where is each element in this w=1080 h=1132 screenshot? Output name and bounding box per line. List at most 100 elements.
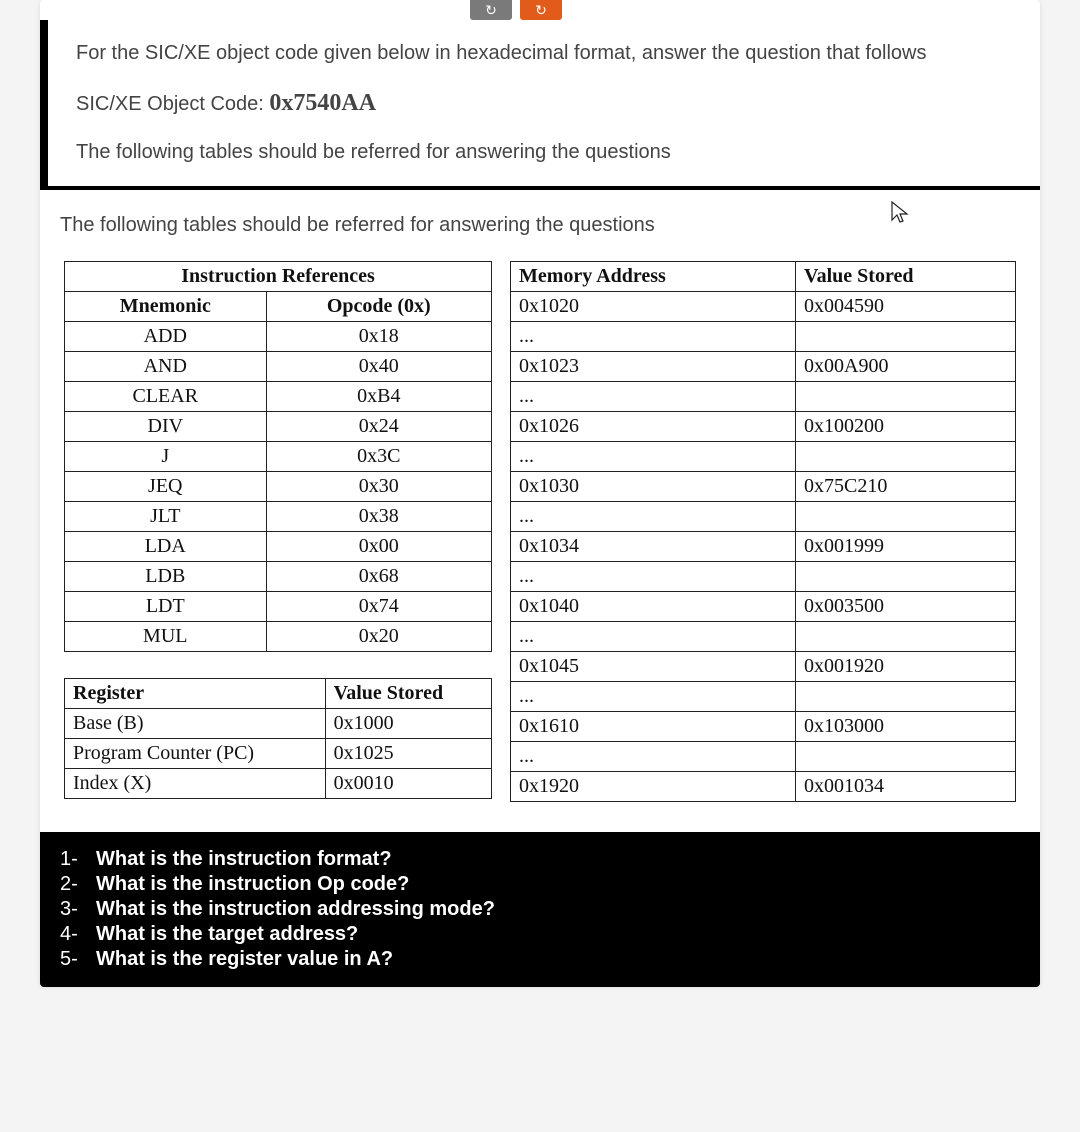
question-row: 1-What is the instruction format? (60, 848, 1020, 871)
mnemonic-cell: AND (65, 352, 267, 382)
table-row: 0x10340x001999 (511, 532, 1016, 562)
address-cell: ... (511, 382, 796, 412)
opcode-cell: 0x20 (266, 622, 491, 652)
table-row: DIV0x24 (65, 412, 492, 442)
instr-col-opcode: Opcode (0x) (266, 292, 491, 322)
memory-table: Memory Address Value Stored 0x10200x0045… (510, 261, 1016, 802)
opcode-cell: 0x00 (266, 532, 491, 562)
address-cell: ... (511, 682, 796, 712)
question-number: 5- (60, 948, 96, 971)
table-row: ... (511, 442, 1016, 472)
question-row: 4-What is the target address? (60, 923, 1020, 946)
question-row: 3-What is the instruction addressing mod… (60, 898, 1020, 921)
main-frame: ↻ ↻ For the SIC/XE object code given bel… (40, 0, 1040, 987)
mem-col-address: Memory Address (511, 262, 796, 292)
intro-text: For the SIC/XE object code given below i… (76, 38, 1012, 68)
mnemonic-cell: MUL (65, 622, 267, 652)
table-row: ADD0x18 (65, 322, 492, 352)
opcode-cell: 0x18 (266, 322, 491, 352)
table-row: MUL0x20 (65, 622, 492, 652)
table-row: ... (511, 502, 1016, 532)
reg-col-register: Register (65, 679, 326, 709)
address-cell: ... (511, 442, 796, 472)
question-text: What is the instruction addressing mode? (96, 898, 495, 921)
address-cell: ... (511, 322, 796, 352)
tab-refresh-grey[interactable]: ↻ (470, 0, 512, 20)
register-table: Register Value Stored Base (B)0x1000Prog… (64, 678, 492, 799)
table-row: 0x10400x003500 (511, 592, 1016, 622)
instr-title: Instruction References (65, 262, 492, 292)
top-tabs: ↻ ↻ (470, 0, 570, 20)
regvalue-cell: 0x0010 (325, 769, 491, 799)
memvalue-cell: 0x100200 (796, 412, 1016, 442)
table-row: ... (511, 382, 1016, 412)
table-row: JLT0x38 (65, 502, 492, 532)
table-row: LDB0x68 (65, 562, 492, 592)
address-cell: 0x1920 (511, 772, 796, 802)
memvalue-cell (796, 442, 1016, 472)
question-row: 2-What is the instruction Op code? (60, 873, 1020, 896)
reference-note-repeat: The following tables should be referred … (60, 214, 1024, 237)
table-row: ... (511, 742, 1016, 772)
table-row: 0x10450x001920 (511, 652, 1016, 682)
mnemonic-cell: LDA (65, 532, 267, 562)
memvalue-cell: 0x001034 (796, 772, 1016, 802)
register-cell: Program Counter (PC) (65, 739, 326, 769)
opcode-cell: 0x40 (266, 352, 491, 382)
memvalue-cell (796, 682, 1016, 712)
question-number: 3- (60, 898, 96, 921)
table-row: Base (B)0x1000 (65, 709, 492, 739)
question-number: 1- (60, 848, 96, 871)
question-number: 2- (60, 873, 96, 896)
address-cell: 0x1610 (511, 712, 796, 742)
table-row: 0x10300x75C210 (511, 472, 1016, 502)
regvalue-cell: 0x1000 (325, 709, 491, 739)
question-text: What is the target address? (96, 923, 358, 946)
address-cell: 0x1045 (511, 652, 796, 682)
question-text: What is the instruction format? (96, 848, 392, 871)
instr-col-mnemonic: Mnemonic (65, 292, 267, 322)
refresh-icon: ↻ (485, 2, 497, 19)
memvalue-cell: 0x75C210 (796, 472, 1016, 502)
refresh-icon: ↻ (535, 2, 547, 19)
problem-card: For the SIC/XE object code given below i… (40, 20, 1040, 186)
object-code-value: 0x7540AA (269, 90, 376, 116)
mnemonic-cell: JEQ (65, 472, 267, 502)
memvalue-cell (796, 322, 1016, 352)
memvalue-cell: 0x00A900 (796, 352, 1016, 382)
table-row: CLEAR0xB4 (65, 382, 492, 412)
opcode-cell: 0x74 (266, 592, 491, 622)
table-row: ... (511, 622, 1016, 652)
tab-refresh-orange[interactable]: ↻ (520, 0, 562, 20)
opcode-cell: 0xB4 (266, 382, 491, 412)
object-code-label: SIC/XE Object Code: (76, 93, 269, 115)
table-row: 0x10200x004590 (511, 292, 1016, 322)
mnemonic-cell: DIV (65, 412, 267, 442)
memvalue-cell: 0x003500 (796, 592, 1016, 622)
memvalue-cell: 0x001999 (796, 532, 1016, 562)
address-cell: 0x1020 (511, 292, 796, 322)
opcode-cell: 0x38 (266, 502, 491, 532)
memvalue-cell (796, 562, 1016, 592)
table-row: Program Counter (PC)0x1025 (65, 739, 492, 769)
table-row: 0x10260x100200 (511, 412, 1016, 442)
memvalue-cell (796, 622, 1016, 652)
table-row: ... (511, 322, 1016, 352)
register-cell: Base (B) (65, 709, 326, 739)
mnemonic-cell: JLT (65, 502, 267, 532)
address-cell: ... (511, 622, 796, 652)
memvalue-cell: 0x001920 (796, 652, 1016, 682)
table-row: LDA0x00 (65, 532, 492, 562)
mnemonic-cell: CLEAR (65, 382, 267, 412)
memvalue-cell (796, 382, 1016, 412)
reg-col-value: Value Stored (325, 679, 491, 709)
register-cell: Index (X) (65, 769, 326, 799)
regvalue-cell: 0x1025 (325, 739, 491, 769)
table-row: Index (X)0x0010 (65, 769, 492, 799)
mnemonic-cell: LDB (65, 562, 267, 592)
opcode-cell: 0x3C (266, 442, 491, 472)
table-row: JEQ0x30 (65, 472, 492, 502)
memvalue-cell (796, 502, 1016, 532)
opcode-cell: 0x68 (266, 562, 491, 592)
table-row: 0x19200x001034 (511, 772, 1016, 802)
